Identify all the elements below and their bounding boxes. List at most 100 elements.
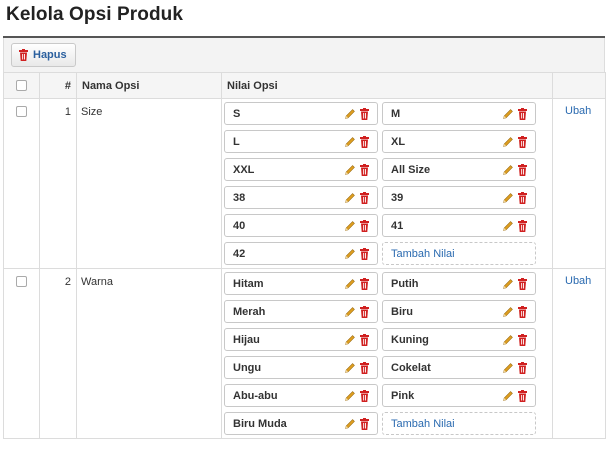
trash-icon — [19, 49, 28, 61]
trash-icon[interactable] — [517, 333, 529, 346]
option-value-label: Abu-abu — [233, 389, 278, 402]
trash-icon[interactable] — [359, 135, 371, 148]
option-value-label: 38 — [233, 191, 246, 204]
option-value-label: Kuning — [391, 333, 429, 346]
pencil-icon[interactable] — [344, 108, 356, 120]
pencil-icon[interactable] — [344, 390, 356, 402]
option-values-cell: Hitam Putih Merah Biru Hijau Kuning Ungu Cokela… — [221, 268, 553, 439]
edit-option-link[interactable]: Ubah — [565, 105, 591, 117]
pencil-icon[interactable] — [344, 248, 356, 260]
pencil-icon[interactable] — [502, 334, 514, 346]
option-value-chip: Hitam — [224, 272, 378, 295]
row-action-cell: Ubah — [552, 98, 606, 269]
option-value-chip: Cokelat — [382, 356, 536, 379]
delete-button-label: Hapus — [33, 49, 67, 61]
pencil-icon[interactable] — [344, 362, 356, 374]
row-select-checkbox[interactable] — [16, 106, 27, 117]
trash-icon[interactable] — [359, 163, 371, 176]
trash-icon[interactable] — [359, 389, 371, 402]
trash-icon[interactable] — [359, 305, 371, 318]
pencil-icon[interactable] — [344, 278, 356, 290]
pencil-icon[interactable] — [344, 220, 356, 232]
option-value-label: L — [233, 135, 240, 148]
pencil-icon[interactable] — [502, 390, 514, 402]
trash-icon[interactable] — [359, 277, 371, 290]
trash-icon[interactable] — [517, 107, 529, 120]
option-value-chip: Biru Muda — [224, 412, 378, 435]
option-value-label: Pink — [391, 389, 415, 402]
option-value-chip: S — [224, 102, 378, 125]
option-value-label: Merah — [233, 305, 266, 318]
option-value-chip: Hijau — [224, 328, 378, 351]
table-header-row: # Nama Opsi Nilai Opsi — [3, 72, 606, 99]
option-value-chip: XXL — [224, 158, 378, 181]
pencil-icon[interactable] — [344, 192, 356, 204]
trash-icon[interactable] — [517, 191, 529, 204]
option-values-grid: S M L XL XXL All Size 38 39 40 41 42 Tambah Nilai — [224, 102, 550, 265]
pencil-icon[interactable] — [344, 164, 356, 176]
option-value-label: All Size — [391, 163, 431, 176]
row-action-cell: Ubah — [552, 268, 606, 439]
option-value-chip: Putih — [382, 272, 536, 295]
option-value-chip: Pink — [382, 384, 536, 407]
option-value-label: 40 — [233, 219, 246, 232]
trash-icon[interactable] — [517, 277, 529, 290]
option-value-label: Hijau — [233, 333, 260, 346]
pencil-icon[interactable] — [502, 362, 514, 374]
trash-icon[interactable] — [517, 361, 529, 374]
delete-button[interactable]: Hapus — [11, 43, 76, 67]
select-all-checkbox[interactable] — [16, 79, 27, 91]
option-value-label: Biru Muda — [233, 417, 287, 430]
option-values-cell: S M L XL XXL All Size 38 39 40 41 42 Tambah Nilai — [221, 98, 553, 269]
trash-icon[interactable] — [359, 247, 371, 260]
table-row: 1 Size S M L XL XXL All Size 38 39 40 41 42 Tambah Ni… — [3, 98, 606, 269]
option-value-chip: 39 — [382, 186, 536, 209]
column-header-action — [552, 72, 606, 99]
add-value-button[interactable]: Tambah Nilai — [382, 412, 536, 435]
trash-icon[interactable] — [517, 389, 529, 402]
trash-icon[interactable] — [359, 361, 371, 374]
option-value-chip: 38 — [224, 186, 378, 209]
pencil-icon[interactable] — [502, 306, 514, 318]
edit-option-link[interactable]: Ubah — [565, 275, 591, 287]
add-value-button[interactable]: Tambah Nilai — [382, 242, 536, 265]
option-value-chip: All Size — [382, 158, 536, 181]
pencil-icon[interactable] — [502, 278, 514, 290]
trash-icon[interactable] — [517, 219, 529, 232]
trash-icon[interactable] — [517, 163, 529, 176]
trash-icon[interactable] — [517, 135, 529, 148]
option-value-label: S — [233, 107, 241, 120]
trash-icon[interactable] — [359, 219, 371, 232]
option-value-chip: 41 — [382, 214, 536, 237]
row-select-checkbox[interactable] — [16, 276, 27, 287]
options-table: # Nama Opsi Nilai Opsi 1 Size S M L XL XXL All … — [3, 72, 606, 439]
column-header-values: Nilai Opsi — [221, 72, 553, 99]
option-name: Warna — [76, 268, 222, 439]
option-value-label: 39 — [391, 191, 404, 204]
trash-icon[interactable] — [359, 333, 371, 346]
trash-icon[interactable] — [517, 305, 529, 318]
pencil-icon[interactable] — [502, 192, 514, 204]
pencil-icon[interactable] — [344, 136, 356, 148]
option-value-label: 41 — [391, 219, 404, 232]
trash-icon[interactable] — [359, 417, 371, 430]
pencil-icon[interactable] — [502, 136, 514, 148]
column-header-name: Nama Opsi — [76, 72, 222, 99]
option-value-chip: 42 — [224, 242, 378, 265]
row-number: 2 — [39, 268, 77, 439]
trash-icon[interactable] — [359, 107, 371, 120]
row-select-cell — [3, 268, 40, 439]
pencil-icon[interactable] — [344, 334, 356, 346]
trash-icon[interactable] — [359, 191, 371, 204]
option-value-chip: Kuning — [382, 328, 536, 351]
pencil-icon[interactable] — [502, 108, 514, 120]
option-value-label: Hitam — [233, 277, 264, 290]
select-all-cell — [3, 72, 40, 99]
pencil-icon[interactable] — [502, 220, 514, 232]
option-value-chip: XL — [382, 130, 536, 153]
option-value-label: Putih — [391, 277, 419, 290]
option-value-label: Ungu — [233, 361, 262, 374]
pencil-icon[interactable] — [344, 418, 356, 430]
pencil-icon[interactable] — [502, 164, 514, 176]
pencil-icon[interactable] — [344, 306, 356, 318]
